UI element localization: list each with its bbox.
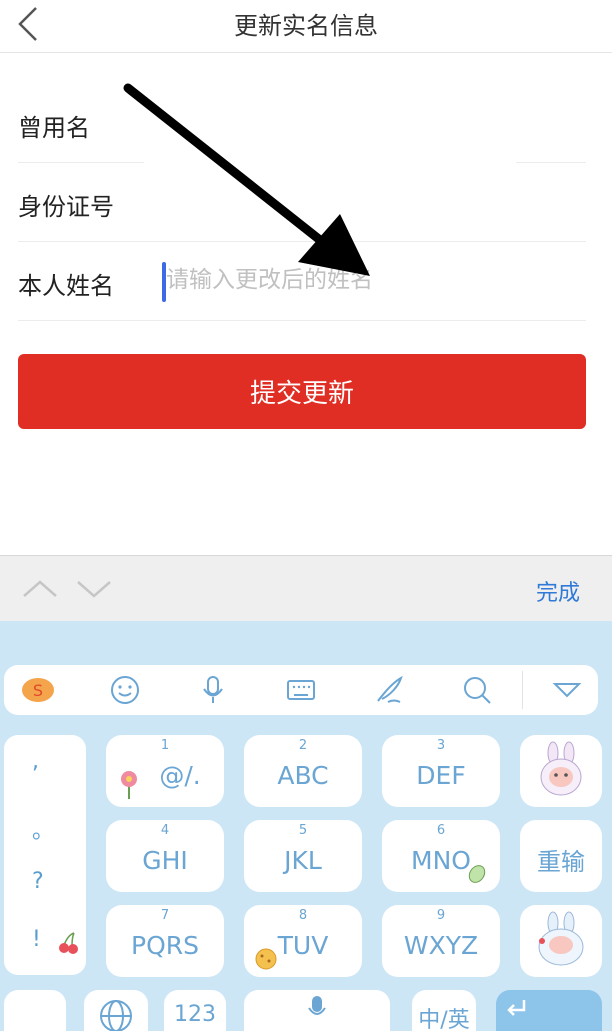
id-number-label: 身份证号 (18, 193, 114, 221)
key-number: 4 (160, 823, 170, 838)
reinput-key[interactable]: 重输 (520, 820, 602, 892)
sticker-key[interactable] (520, 735, 602, 807)
number-switch-label: 123 (174, 1002, 216, 1027)
key-number: 5 (298, 823, 308, 838)
row-divider (18, 320, 586, 321)
keyboard-function-bar: S (4, 665, 598, 715)
next-field-icon[interactable] (74, 574, 114, 602)
collapse-keyboard-icon[interactable] (552, 675, 582, 705)
key-letters: PQRS (131, 931, 199, 960)
cherry-sticker-icon (59, 932, 78, 954)
key-5[interactable]: 5 JKL (244, 820, 362, 892)
reinput-label: 重输 (537, 848, 585, 876)
id-number-row[interactable]: 身份证号 (18, 163, 586, 242)
done-button[interactable]: 完成 (536, 575, 580, 607)
bunny-sticker-icon (538, 911, 584, 966)
sticker-key-small[interactable] (4, 990, 66, 1031)
key-letters: ABC (277, 761, 329, 790)
punct-exclaim-key[interactable]: ! (32, 927, 41, 952)
key-letters: GHI (142, 846, 188, 875)
key-letters: JKL (284, 846, 322, 875)
svg-text:S: S (33, 681, 43, 700)
key-2[interactable]: 2 ABC (244, 735, 362, 807)
punctuation-column[interactable]: , 。 ? ! (4, 735, 86, 975)
key-number: 8 (298, 908, 308, 923)
enter-key[interactable] (496, 990, 602, 1031)
microphone-icon (308, 996, 326, 1015)
sogou-logo-icon[interactable]: S (20, 675, 56, 705)
cookie-sticker-icon (255, 948, 277, 970)
real-name-label: 本人姓名 (18, 272, 114, 300)
nav-bar: 更新实名信息 (0, 0, 612, 53)
key-number: 7 (160, 908, 170, 923)
key-number: 9 (436, 908, 446, 923)
microphone-icon[interactable] (198, 675, 228, 705)
bar-divider (522, 671, 523, 709)
previous-field-icon[interactable] (20, 574, 60, 602)
key-6[interactable]: 6 MNO (382, 820, 500, 892)
real-name-row[interactable]: 本人姓名 (18, 242, 586, 321)
key-number: 3 (436, 738, 446, 753)
key-letters: WXYZ (403, 931, 479, 960)
flower-sticker-icon (121, 771, 137, 799)
key-letters: @/. (159, 761, 201, 790)
language-switch-key[interactable]: 中/英 (412, 990, 476, 1031)
submit-update-button[interactable]: 提交更新 (18, 354, 586, 429)
keyboard-accessory-bar: 完成 (0, 555, 612, 622)
key-number: 1 (160, 738, 170, 753)
key-4[interactable]: 4 GHI (106, 820, 224, 892)
globe-key[interactable] (84, 990, 148, 1031)
globe-icon (100, 1000, 132, 1031)
key-3[interactable]: 3 DEF (382, 735, 500, 807)
punct-comma-key[interactable]: , (32, 749, 39, 774)
punct-period-key[interactable]: 。 (32, 813, 54, 845)
delete-key[interactable] (520, 905, 602, 977)
enter-icon (507, 1000, 526, 1016)
key-number: 2 (298, 738, 308, 753)
key-7[interactable]: 7 PQRS (106, 905, 224, 977)
language-switch-label: 中/英 (418, 1008, 470, 1031)
punct-question-key[interactable]: ? (32, 869, 44, 894)
page-title: 更新实名信息 (234, 12, 378, 40)
keyboard-layout-icon[interactable] (286, 675, 316, 705)
key-9[interactable]: 9 WXYZ (382, 905, 500, 977)
former-name-row[interactable]: 曾用名 (18, 84, 586, 163)
space-key[interactable] (244, 990, 390, 1031)
candy-sticker-icon (468, 865, 486, 883)
key-letters: DEF (416, 761, 466, 790)
ime-keyboard: S , 。 ? ! 1 @/. 2 ABC 3 DEF 4 GHI 5 JKL … (0, 621, 612, 1031)
bunny-sticker-icon (540, 741, 582, 796)
key-1[interactable]: 1 @/. (106, 735, 224, 807)
real-name-input[interactable] (164, 260, 566, 300)
handwriting-icon[interactable] (374, 675, 404, 705)
emoji-icon[interactable] (110, 675, 140, 705)
key-number: 6 (436, 823, 446, 838)
number-switch-key[interactable]: 123 (164, 990, 226, 1031)
search-icon[interactable] (462, 675, 492, 705)
key-8[interactable]: 8 TUV (244, 905, 362, 977)
former-name-label: 曾用名 (18, 114, 90, 142)
